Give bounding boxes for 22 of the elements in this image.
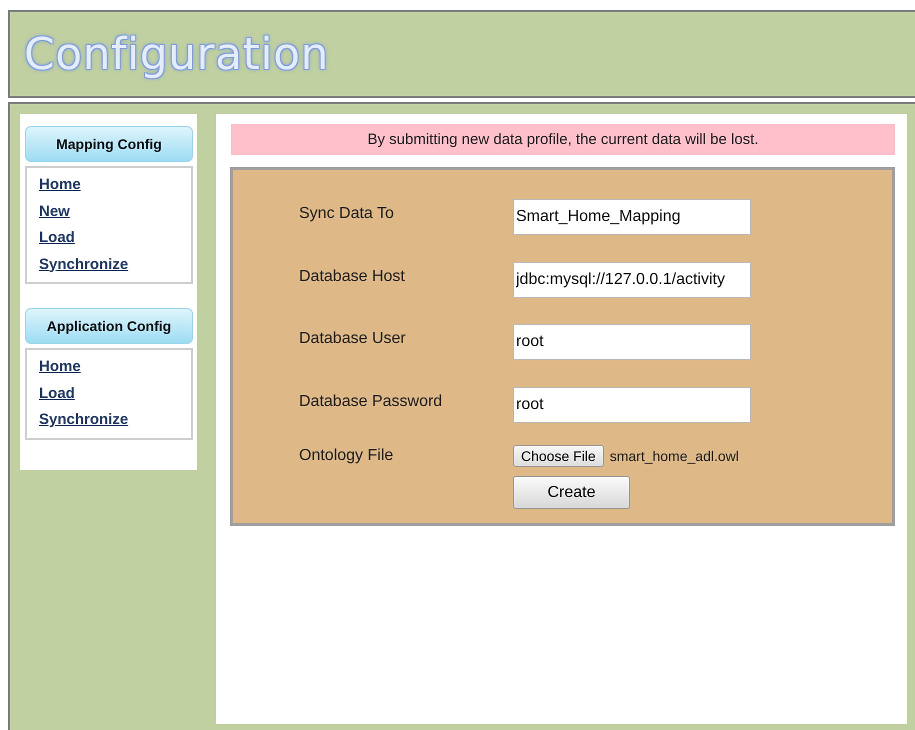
nav-link[interactable]: Home (39, 354, 81, 380)
nav-link[interactable]: Load (39, 225, 75, 252)
field-label: Database Host (299, 268, 406, 286)
field-label: Ontology File (299, 447, 394, 465)
warning-banner: By submitting new data profile, the current data will be lost. (231, 124, 895, 155)
choose-file-button[interactable]: Choose File (513, 445, 604, 467)
input-field[interactable]: Smart_Home_Mapping (513, 199, 751, 236)
nav-link[interactable]: New (39, 198, 70, 225)
field-label: Database User (299, 330, 407, 348)
field-label: Database Password (299, 392, 444, 411)
create-button[interactable]: Create (513, 476, 630, 509)
nav-link[interactable]: Load (39, 380, 75, 407)
nav-link[interactable]: Home (39, 172, 81, 198)
input-field[interactable]: root (513, 324, 751, 360)
page-title: Configuration (24, 28, 329, 80)
field-label: Sync Data To (299, 205, 395, 224)
nav-link[interactable]: Synchronize (39, 407, 128, 434)
file-name: smart_home_adl.owl (610, 448, 739, 464)
section-heading: Application Config (25, 308, 193, 344)
section-heading: Mapping Config (25, 126, 193, 162)
input-field[interactable]: root (513, 386, 751, 423)
nav-link[interactable]: Synchronize (39, 252, 128, 278)
